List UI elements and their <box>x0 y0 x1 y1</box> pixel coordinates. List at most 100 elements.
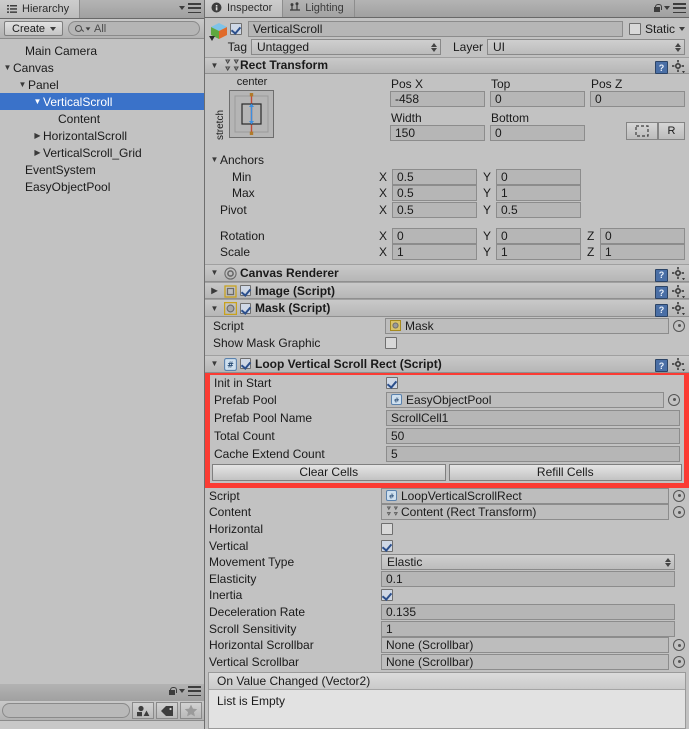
inspector-panel-menu[interactable] <box>653 3 686 13</box>
scale-y-input[interactable]: 1 <box>496 244 581 261</box>
label-filter-icon[interactable] <box>156 702 178 719</box>
hierarchy-item-verticalscroll[interactable]: ▼ VerticalScroll <box>0 93 204 110</box>
object-picker-icon[interactable] <box>668 393 680 406</box>
mask-script-field[interactable]: Mask <box>385 317 669 334</box>
component-header-actions[interactable]: ? <box>655 357 685 374</box>
help-icon[interactable]: ? <box>655 268 668 282</box>
component-header-mask[interactable]: ▼ Mask (Script) ? <box>205 299 689 318</box>
foldout-icon[interactable]: ▼ <box>32 97 43 106</box>
hierarchy-item-main-camera[interactable]: Main Camera <box>0 42 204 59</box>
content-field[interactable]: Content (Rect Transform) <box>381 504 669 521</box>
hierarchy-item-verticalscroll-grid[interactable]: ▶ VerticalScroll_Grid <box>0 144 204 161</box>
posz-input[interactable]: 0 <box>590 91 685 108</box>
anchor-min-x-input[interactable]: 0.5 <box>392 168 477 185</box>
static-checkbox[interactable] <box>628 23 641 36</box>
object-picker-icon[interactable] <box>673 506 685 519</box>
help-icon[interactable]: ? <box>655 286 668 300</box>
scale-x-input[interactable]: 1 <box>392 244 477 261</box>
raw-edit-button[interactable]: R <box>658 122 685 141</box>
project-panel-menu[interactable] <box>168 686 201 696</box>
hierarchy-item-eventsystem[interactable]: EventSystem <box>0 161 204 178</box>
pivot-x-input[interactable]: 0.5 <box>392 201 477 218</box>
bottom-input[interactable]: 0 <box>490 125 585 142</box>
image-enabled-checkbox[interactable] <box>240 285 251 297</box>
init-in-start-checkbox[interactable] <box>386 376 398 389</box>
foldout-icon[interactable]: ▼ <box>2 63 13 72</box>
posx-input[interactable]: -458 <box>390 91 485 108</box>
foldout-icon[interactable]: ▼ <box>209 268 220 277</box>
hierarchy-search-input[interactable]: All <box>68 21 200 36</box>
object-picker-icon[interactable] <box>673 319 685 332</box>
hierarchy-panel-menu[interactable] <box>179 3 201 13</box>
scale-z-input[interactable]: 1 <box>600 244 685 261</box>
anchors-foldout-row[interactable]: ▼ Anchors <box>205 152 689 169</box>
hierarchy-tree[interactable]: Main Camera ▼ Canvas ▼ Panel ▼ VerticalS… <box>0 39 204 684</box>
foldout-icon[interactable]: ▼ <box>209 304 220 313</box>
component-header-actions[interactable]: ? <box>655 267 685 283</box>
blueprint-mode-button[interactable] <box>626 122 658 141</box>
help-icon[interactable]: ? <box>655 359 668 373</box>
hierarchy-item-panel[interactable]: ▼ Panel <box>0 76 204 93</box>
refill-cells-button[interactable]: Refill Cells <box>448 463 682 481</box>
favorite-star-icon[interactable] <box>180 702 202 719</box>
gear-icon[interactable] <box>672 267 685 283</box>
component-header-canvas-renderer[interactable]: ▼ Canvas Renderer ? <box>205 264 689 282</box>
foldout-icon[interactable]: ▶ <box>32 131 43 140</box>
help-icon[interactable]: ? <box>655 61 668 75</box>
anchor-max-x-input[interactable]: 0.5 <box>392 185 477 202</box>
foldout-icon[interactable]: ▶ <box>32 148 43 157</box>
foldout-icon[interactable]: ▶ <box>209 286 220 295</box>
foldout-icon[interactable]: ▼ <box>209 155 220 164</box>
rotation-z-input[interactable]: 0 <box>600 227 685 244</box>
inertia-checkbox[interactable] <box>381 589 393 602</box>
gameobject-enabled-checkbox[interactable] <box>230 23 242 36</box>
chevron-down-icon[interactable] <box>679 27 685 32</box>
static-toggle[interactable]: Static <box>628 22 685 36</box>
tag-dropdown[interactable]: Untagged <box>251 39 441 56</box>
scroll-sensitivity-input[interactable]: 1 <box>381 620 675 637</box>
gear-icon[interactable] <box>672 302 685 318</box>
create-button[interactable]: Create <box>4 21 64 36</box>
project-search-input[interactable] <box>2 703 130 718</box>
movement-type-dropdown[interactable]: Elastic <box>381 554 675 571</box>
foldout-icon[interactable]: ▼ <box>17 80 28 89</box>
tab-inspector[interactable]: Inspector <box>205 0 284 17</box>
mask-enabled-checkbox[interactable] <box>240 302 251 314</box>
rotation-y-input[interactable]: 0 <box>496 227 581 244</box>
anchor-max-y-input[interactable]: 1 <box>496 185 581 202</box>
component-header-actions[interactable]: ? <box>655 59 685 76</box>
tab-hierarchy[interactable]: Hierarchy <box>0 0 81 18</box>
gear-icon[interactable] <box>672 59 685 76</box>
loopscroll-enabled-checkbox[interactable] <box>240 358 251 370</box>
vertical-scrollbar-field[interactable]: None (Scrollbar) <box>381 653 669 670</box>
shapes-filter-icon[interactable] <box>132 702 154 719</box>
lock-icon[interactable] <box>653 3 662 13</box>
object-picker-icon[interactable] <box>673 655 685 668</box>
prefab-pool-field[interactable]: # EasyObjectPool <box>386 391 664 408</box>
pivot-y-input[interactable]: 0.5 <box>496 201 581 218</box>
component-header-actions[interactable]: ? <box>655 302 685 318</box>
layer-dropdown[interactable]: UI <box>487 39 685 56</box>
hierarchy-item-canvas[interactable]: ▼ Canvas <box>0 59 204 76</box>
component-header-image[interactable]: ▶ Image (Script) ? <box>205 281 689 301</box>
horizontal-scrollbar-field[interactable]: None (Scrollbar) <box>381 637 669 654</box>
gear-icon[interactable] <box>672 357 685 374</box>
lock-icon[interactable] <box>168 686 177 696</box>
prefab-pool-name-input[interactable]: ScrollCell1 <box>386 409 680 426</box>
rotation-x-input[interactable]: 0 <box>392 227 477 244</box>
width-input[interactable]: 150 <box>390 125 485 142</box>
foldout-icon[interactable]: ▼ <box>209 359 220 368</box>
hierarchy-item-content[interactable]: Content <box>0 110 204 127</box>
anchor-preset-widget[interactable] <box>229 90 274 139</box>
elasticity-input[interactable]: 0.1 <box>381 570 675 587</box>
cache-extend-count-input[interactable]: 5 <box>386 445 680 462</box>
component-header-actions[interactable]: ? <box>655 284 685 301</box>
vertical-checkbox[interactable] <box>381 539 393 552</box>
object-picker-icon[interactable] <box>673 489 685 502</box>
foldout-icon[interactable]: ▼ <box>209 61 220 70</box>
script-field[interactable]: # LoopVerticalScrollRect <box>381 487 669 504</box>
deceleration-rate-input[interactable]: 0.135 <box>381 604 675 621</box>
horizontal-checkbox[interactable] <box>381 523 393 536</box>
help-icon[interactable]: ? <box>655 303 668 317</box>
hierarchy-item-horizontalscroll[interactable]: ▶ HorizontalScroll <box>0 127 204 144</box>
